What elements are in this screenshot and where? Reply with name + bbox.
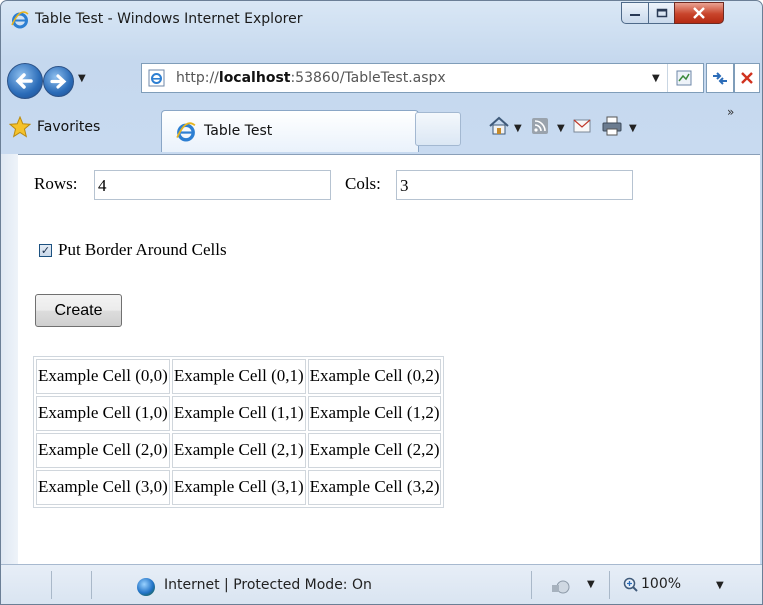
more-commands-icon[interactable]: » [727,105,734,119]
tab-row: Favorites Table Test ▼ ▼ ▼ » [1,103,762,153]
maximize-button[interactable] [648,2,675,24]
rss-feed-icon[interactable] [531,117,549,135]
rows-label: Rows: [34,174,78,193]
mail-icon[interactable] [573,119,591,133]
title-bar: Table Test - Windows Internet Explorer [1,1,762,41]
status-divider [609,571,610,599]
table-cell: Example Cell (3,2) [307,470,442,505]
zoom-level[interactable]: 100% [641,576,681,592]
browser-window: Table Test - Windows Internet Explorer ▼… [0,0,763,605]
internet-explorer-icon [176,122,196,142]
url-prefix: http:// [176,70,219,86]
left-frame [1,154,18,564]
table-cell: Example Cell (2,2) [307,433,442,468]
status-divider [91,571,92,599]
address-divider [667,64,668,92]
table-cell: Example Cell (3,1) [171,470,306,505]
url-text[interactable]: http://localhost:53860/TableTest.aspx [176,70,446,86]
rows-input[interactable]: 4 [94,170,331,200]
border-checkbox[interactable]: ✓ [39,244,52,257]
table-cell: Example Cell (1,2) [307,396,442,431]
favorites-label: Favorites [37,119,101,135]
table-row: Example Cell (3,0) Example Cell (3,1) Exam… [36,470,442,505]
zone-dropdown-icon[interactable]: ▼ [587,579,595,590]
protected-mode-icon[interactable] [549,577,573,595]
forward-arrow-icon [50,74,67,89]
print-dropdown-icon[interactable]: ▼ [629,123,637,134]
favorites-button[interactable]: Favorites [9,111,100,143]
tab-label: Table Test [204,123,273,139]
close-icon [693,7,705,19]
url-host: localhost [218,70,291,86]
back-arrow-icon [15,73,33,89]
cols-label: Cols: [345,174,381,193]
stop-icon [741,72,753,84]
address-dropdown-icon[interactable]: ▼ [652,73,660,84]
generated-table: Example Cell (0,0) Example Cell (0,1) Exam… [33,356,445,508]
refresh-button[interactable] [706,63,734,93]
table-cell: Example Cell (1,1) [171,396,306,431]
print-icon[interactable] [601,115,623,137]
globe-icon [137,578,155,596]
refresh-icon [713,72,727,85]
compatibility-view-icon[interactable] [675,69,693,87]
forward-button[interactable] [43,66,74,97]
feeds-dropdown-icon[interactable]: ▼ [557,123,565,134]
url-path: :53860/TableTest.aspx [290,70,446,86]
status-divider [51,571,52,599]
page-content: Rows: 4 Cols: 3 ✓ Put Border Around Cell… [18,154,760,565]
table-cell: Example Cell (0,0) [36,359,170,394]
cols-input[interactable]: 3 [396,170,633,200]
history-dropdown-icon[interactable]: ▼ [78,73,86,84]
stop-button[interactable] [734,63,760,93]
home-icon[interactable] [488,115,510,137]
status-bar: Internet | Protected Mode: On ▼ 100% ▼ [1,564,762,604]
new-tab-button[interactable] [415,112,461,146]
address-bar[interactable]: http://localhost:53860/TableTest.aspx ▼ [141,63,704,93]
table-cell: Example Cell (0,1) [171,359,306,394]
create-button[interactable]: Create [35,294,122,327]
table-cell: Example Cell (3,0) [36,470,170,505]
home-dropdown-icon[interactable]: ▼ [514,123,522,134]
zoom-dropdown-icon[interactable]: ▼ [716,580,724,591]
table-row: Example Cell (0,0) Example Cell (0,1) Exam… [36,359,442,394]
minimize-icon [630,14,640,16]
maximize-icon [656,8,667,18]
table-cell: Example Cell (1,0) [36,396,170,431]
page-icon [148,69,165,87]
close-window-button[interactable] [674,2,724,24]
border-checkbox-label[interactable]: Put Border Around Cells [58,240,227,260]
table-cell: Example Cell (2,0) [36,433,170,468]
back-button[interactable] [7,63,43,99]
table-cell: Example Cell (2,1) [171,433,306,468]
tab-table-test[interactable]: Table Test [161,110,419,152]
internet-explorer-icon [11,11,29,29]
security-zone-text[interactable]: Internet | Protected Mode: On [164,577,372,593]
star-icon [9,116,31,138]
table-row: Example Cell (1,0) Example Cell (1,1) Exam… [36,396,442,431]
zoom-icon[interactable] [623,577,639,593]
minimize-button[interactable] [621,2,649,24]
table-cell: Example Cell (0,2) [307,359,442,394]
window-title: Table Test - Windows Internet Explorer [35,11,303,27]
table-row: Example Cell (2,0) Example Cell (2,1) Exam… [36,433,442,468]
status-divider [531,571,532,599]
